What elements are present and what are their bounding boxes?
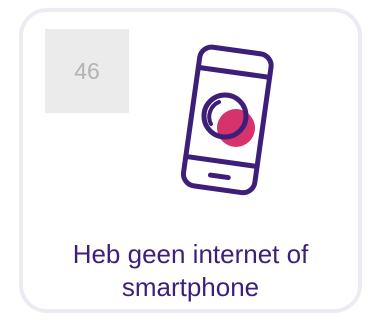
card-caption: Heb geen internet of smartphone: [23, 238, 358, 304]
caption-line-2: smartphone: [121, 272, 260, 302]
caption-line-1: Heb geen internet of: [72, 239, 309, 269]
number-badge: 46: [45, 29, 129, 113]
no-internet-card[interactable]: 46 Heb geen internet of smartphone: [19, 8, 362, 313]
smartphone-icon: [173, 42, 283, 202]
